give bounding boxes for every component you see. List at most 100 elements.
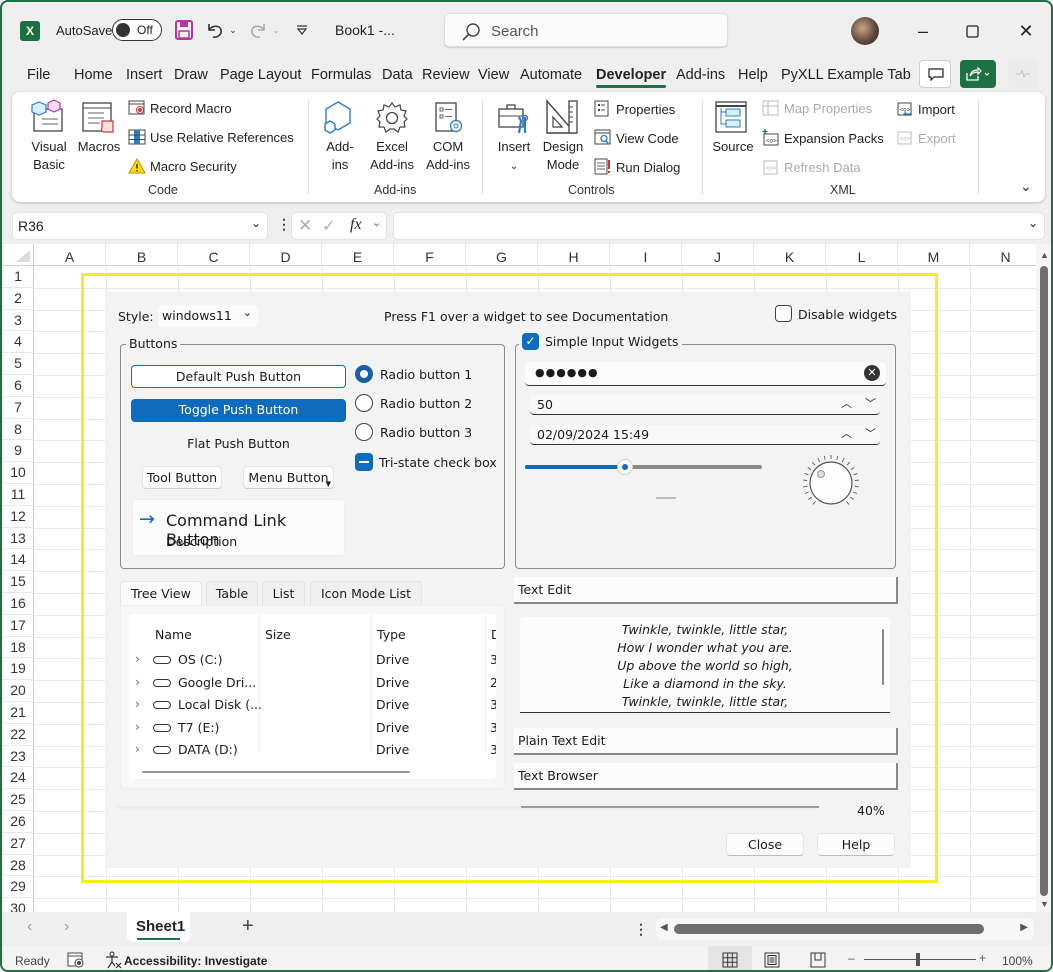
function-dropdown-icon[interactable]: ⌄: [372, 216, 381, 229]
com-add-ins-button[interactable]: COM Add-ins: [422, 138, 474, 174]
expand-formula-bar-icon[interactable]: ⌄: [1028, 216, 1038, 230]
prev-sheet-icon[interactable]: ‹: [27, 918, 32, 936]
horizontal-scroll-thumb[interactable]: [674, 924, 984, 934]
row-header-28[interactable]: 28: [2, 855, 34, 877]
row-header-24[interactable]: 24: [2, 767, 34, 790]
column-header-g[interactable]: G: [466, 244, 538, 266]
toggle-push-button[interactable]: Toggle Push Button: [131, 399, 346, 422]
row-header-11[interactable]: 11: [2, 484, 34, 506]
tree-row[interactable]: › Google Dri... Drive 2: [129, 674, 496, 694]
tab-file[interactable]: File: [27, 67, 50, 83]
row-header-25[interactable]: 25: [2, 789, 34, 811]
radio-button-2[interactable]: [355, 394, 373, 412]
column-header-k[interactable]: K: [754, 244, 826, 266]
row-header-26[interactable]: 26: [2, 811, 34, 833]
record-macro-button[interactable]: Record Macro: [128, 100, 232, 118]
horizontal-scroll-thumb[interactable]: [142, 771, 410, 773]
normal-view-button[interactable]: [708, 946, 752, 970]
export-button[interactable]: <o> Export: [896, 129, 956, 148]
slider-thumb[interactable]: [616, 459, 633, 475]
tab-view[interactable]: View: [478, 67, 509, 83]
column-header-f[interactable]: F: [394, 244, 466, 266]
expand-chevron-icon[interactable]: ›: [135, 719, 140, 734]
column-header-n[interactable]: N: [970, 244, 1042, 266]
row-header-7[interactable]: 7: [2, 397, 34, 419]
row-header-5[interactable]: 5: [2, 353, 34, 375]
expand-chevron-icon[interactable]: ›: [135, 741, 140, 756]
design-mode-button[interactable]: Design Mode: [538, 138, 588, 174]
enter-check-icon[interactable]: ✓: [322, 216, 335, 236]
row-header-4[interactable]: 4: [2, 331, 34, 354]
plain-text-edit-section[interactable]: Plain Text Edit: [514, 728, 898, 755]
tab-formulas[interactable]: Formulas: [311, 67, 371, 83]
excel-add-ins-button[interactable]: Excel Add-ins: [364, 138, 420, 174]
default-push-button[interactable]: Default Push Button: [131, 365, 346, 388]
radio-button-1[interactable]: [355, 365, 373, 383]
row-header-27[interactable]: 27: [2, 833, 34, 855]
column-header-date[interactable]: D: [491, 627, 496, 642]
column-header-type[interactable]: Type: [377, 627, 406, 642]
datetime-edit[interactable]: 02/09/2024 15:49 ︿ ﹀: [530, 425, 880, 445]
customize-qat-icon[interactable]: [294, 21, 310, 39]
row-header-12[interactable]: 12: [2, 506, 34, 528]
add-sheet-icon[interactable]: +: [242, 915, 254, 938]
tab-list[interactable]: List: [262, 581, 305, 605]
tab-developer[interactable]: Developer: [596, 67, 667, 88]
autosave-toggle[interactable]: Off: [112, 19, 162, 41]
save-icon[interactable]: [174, 19, 194, 41]
command-link-button[interactable]: → Command Link Button Description: [132, 499, 345, 556]
datetime-up-icon[interactable]: ︿: [841, 425, 852, 441]
add-ins-button[interactable]: Add- ins: [318, 138, 362, 174]
scroll-left-icon[interactable]: ◀: [660, 922, 668, 933]
tab-data[interactable]: Data: [382, 67, 413, 83]
row-header-19[interactable]: 19: [2, 658, 34, 681]
tab-icon-mode-list[interactable]: Icon Mode List: [310, 581, 422, 605]
password-field[interactable]: ●●●●●● ✕: [525, 362, 886, 386]
next-sheet-icon[interactable]: ›: [64, 918, 69, 936]
undo-icon[interactable]: [205, 19, 225, 41]
disable-widgets-checkbox[interactable]: [775, 305, 792, 322]
collapse-ribbon-icon[interactable]: ⌄: [1020, 178, 1032, 195]
tri-state-checkbox[interactable]: [355, 453, 373, 471]
scroll-right-icon[interactable]: ▶: [1020, 922, 1028, 933]
tab-automate[interactable]: Automate: [520, 67, 582, 83]
column-header-j[interactable]: J: [682, 244, 754, 266]
row-header-22[interactable]: 22: [2, 724, 34, 746]
visual-basic-button[interactable]: Visual Basic: [26, 138, 72, 174]
tab-draw[interactable]: Draw: [174, 67, 208, 83]
use-relative-references-button[interactable]: Use Relative References: [128, 129, 294, 147]
tab-table[interactable]: Table: [206, 581, 258, 605]
macros-button[interactable]: Macros: [76, 138, 122, 156]
page-layout-view-button[interactable]: [764, 952, 780, 970]
expand-chevron-icon[interactable]: ›: [135, 674, 140, 689]
flat-push-button[interactable]: Flat Push Button: [131, 433, 346, 456]
tab-home[interactable]: Home: [74, 67, 113, 83]
comments-button[interactable]: [919, 60, 951, 88]
zoom-slider-thumb[interactable]: [916, 953, 920, 966]
page-break-preview-button[interactable]: [810, 952, 826, 970]
row-header-21[interactable]: 21: [2, 702, 34, 724]
tab-insert[interactable]: Insert: [126, 67, 162, 83]
tree-row[interactable]: › OS (C:) Drive 3: [129, 651, 496, 671]
column-header-d[interactable]: D: [250, 244, 322, 266]
tab-help[interactable]: Help: [738, 67, 768, 83]
close-window-button[interactable]: ✕: [1012, 17, 1040, 45]
row-header-1[interactable]: 1: [2, 266, 34, 288]
expand-chevron-icon[interactable]: ›: [135, 651, 140, 666]
tree-row[interactable]: › Local Disk (... Drive 3: [129, 696, 496, 716]
properties-button[interactable]: Properties: [594, 100, 675, 119]
column-header-e[interactable]: E: [322, 244, 394, 266]
maximize-button[interactable]: [958, 17, 986, 45]
row-header-29[interactable]: 29: [2, 876, 34, 899]
insert-function-icon[interactable]: fx: [350, 216, 362, 234]
column-header-a[interactable]: A: [34, 244, 106, 266]
text-edit-scrollbar[interactable]: [882, 629, 884, 685]
vertical-scrollbar[interactable]: ▲ ▼: [1036, 244, 1051, 912]
column-header-b[interactable]: B: [106, 244, 178, 266]
row-header-2[interactable]: 2: [2, 288, 34, 310]
row-header-8[interactable]: 8: [2, 419, 34, 441]
tree-view[interactable]: Name Size Type D › OS (C:) Drive 3 › Google D…: [129, 614, 496, 779]
tab-page-layout[interactable]: Page Layout: [220, 67, 301, 83]
column-header-l[interactable]: L: [826, 244, 898, 266]
row-header-10[interactable]: 10: [2, 462, 34, 484]
